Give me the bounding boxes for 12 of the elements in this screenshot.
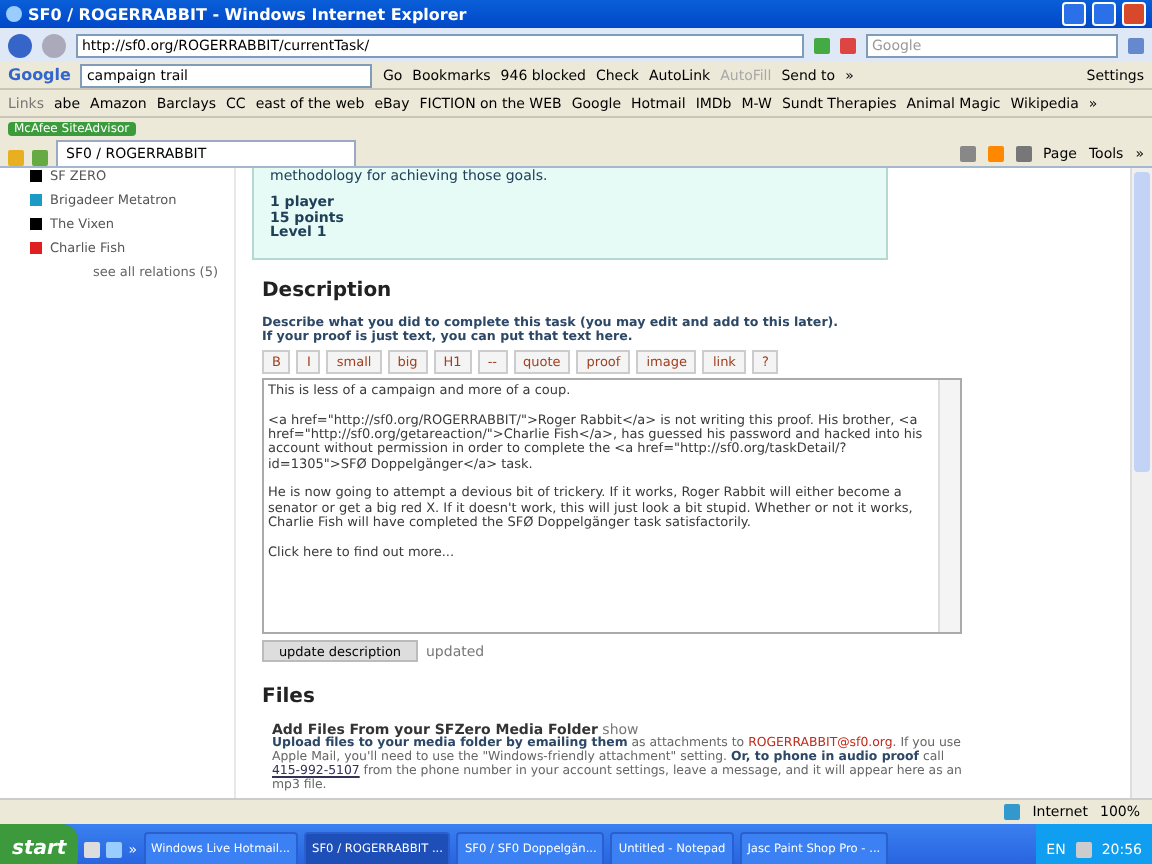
description-field[interactable]	[262, 378, 962, 635]
maximize-button[interactable]	[1092, 2, 1116, 26]
close-button[interactable]	[1122, 2, 1146, 26]
page-scrollbar[interactable]	[1130, 168, 1152, 798]
start-button[interactable]: start	[0, 824, 79, 864]
google-logo: Google	[8, 66, 71, 84]
minimize-button[interactable]	[1062, 2, 1086, 26]
window-title: SF0 / ROGERRABBIT - Windows Internet Explorer	[28, 5, 469, 23]
back-button[interactable]	[8, 33, 32, 57]
section-heading: Files	[262, 686, 317, 709]
section-heading: Description	[262, 280, 394, 303]
textarea-scrollbar[interactable]	[938, 380, 960, 633]
